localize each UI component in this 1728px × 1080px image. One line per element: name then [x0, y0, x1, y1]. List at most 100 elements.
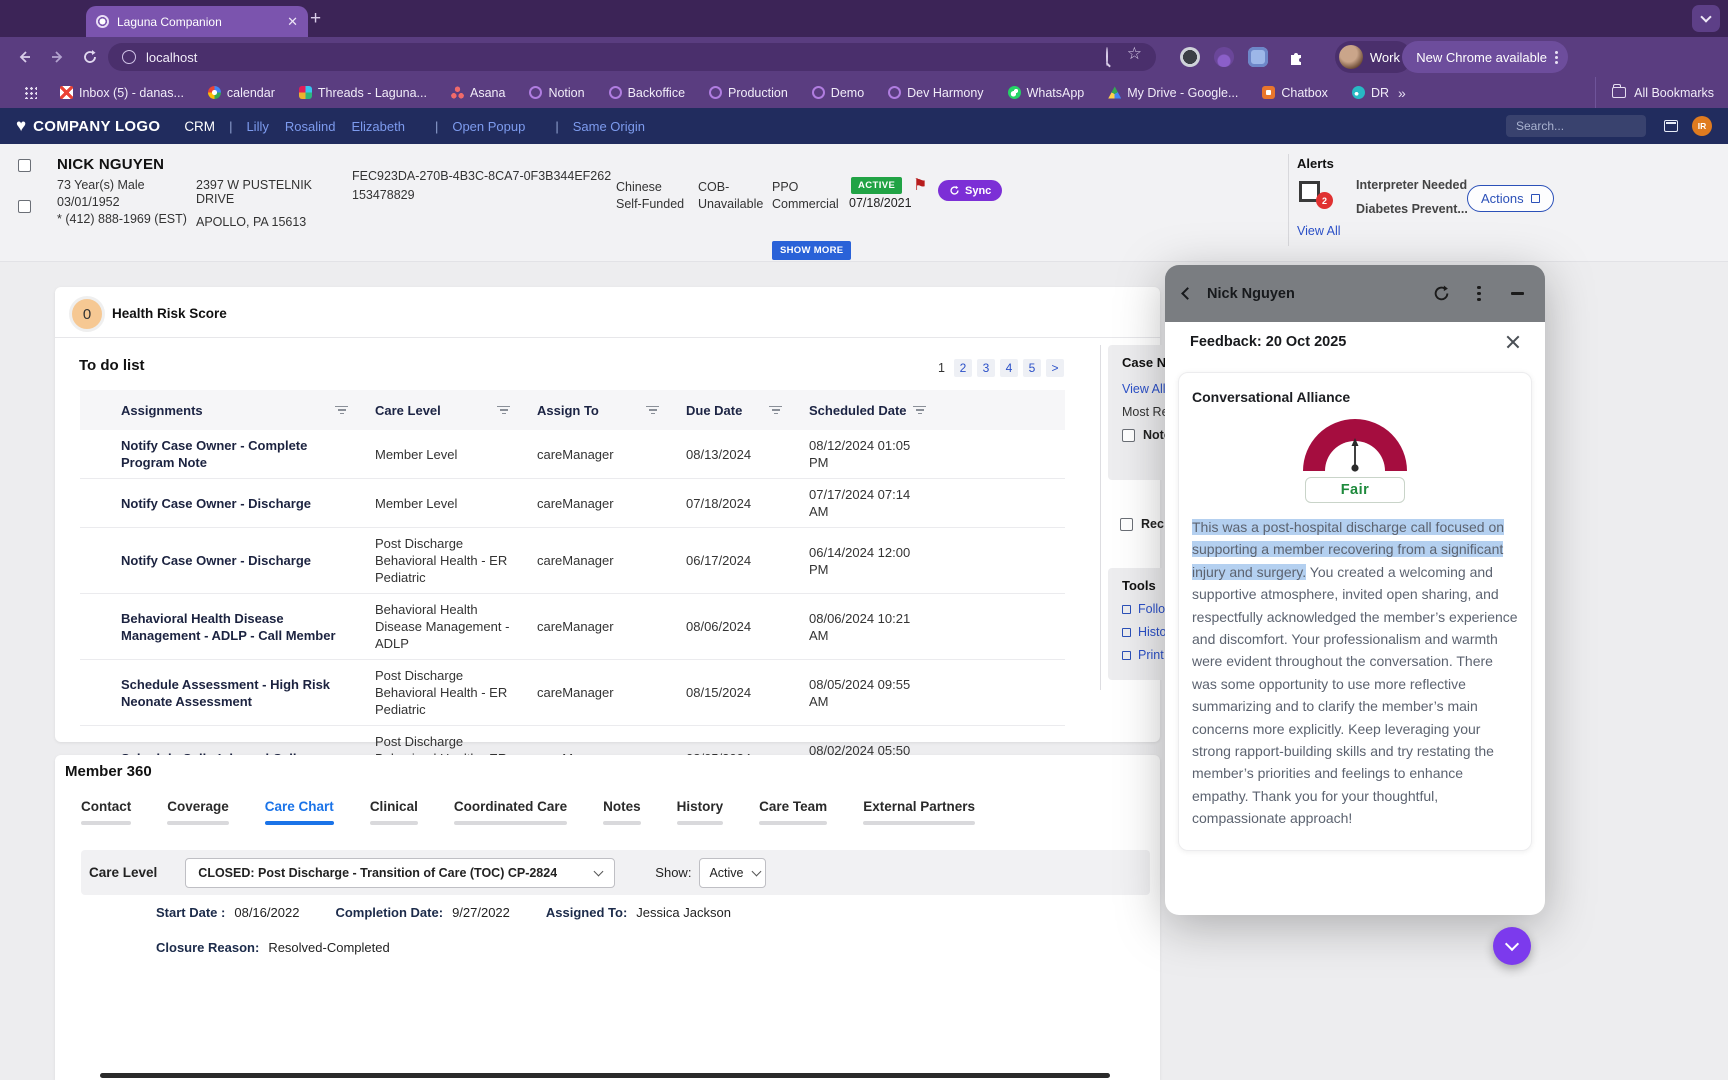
- table-row[interactable]: Notify Case Owner - Complete Program Not…: [80, 430, 1065, 479]
- browser-tab[interactable]: Laguna Companion ✕: [86, 6, 308, 37]
- apps-grid-icon[interactable]: [24, 86, 37, 99]
- bookmark-star-icon[interactable]: ☆: [1127, 44, 1142, 64]
- patient-plan-1: PPO: [772, 180, 798, 194]
- tab-close-icon[interactable]: ✕: [287, 15, 298, 28]
- chevron-down-icon: [1700, 11, 1711, 22]
- col-care-level[interactable]: Care Level: [362, 403, 524, 418]
- open-popup-link[interactable]: Open Popup: [452, 119, 525, 134]
- tab-coordinated-care[interactable]: Coordinated Care: [454, 799, 567, 825]
- bookmark-item[interactable]: Dev Harmony: [888, 86, 983, 100]
- bookmark-item[interactable]: Demo: [812, 86, 864, 100]
- window-icon[interactable]: [1664, 120, 1678, 132]
- ring-icon: [888, 86, 901, 99]
- page-button[interactable]: 5: [1023, 359, 1041, 377]
- bookmark-item[interactable]: Inbox (5) - danas...: [60, 86, 184, 100]
- bookmark-item[interactable]: Chatbox: [1262, 86, 1328, 100]
- same-origin-link[interactable]: Same Origin: [573, 119, 645, 134]
- back-icon[interactable]: [1181, 287, 1194, 300]
- extension-icon[interactable]: [1214, 47, 1234, 67]
- nav-link-rosalind[interactable]: Rosalind: [285, 119, 336, 134]
- tab-coverage[interactable]: Coverage: [167, 799, 229, 825]
- bookmark-item[interactable]: Backoffice: [609, 86, 685, 100]
- bookmark-item[interactable]: Threads - Laguna...: [299, 86, 427, 100]
- chrome-update-button[interactable]: New Chrome available: [1402, 41, 1568, 73]
- show-select[interactable]: Active: [699, 858, 766, 888]
- filter-icon[interactable]: [497, 406, 510, 415]
- page-button[interactable]: 2: [954, 359, 972, 377]
- bookmark-item[interactable]: DREMIO: [1352, 86, 1390, 100]
- tab-label: Notes: [603, 799, 641, 814]
- bookmarks-overflow-chevron[interactable]: »: [1398, 85, 1406, 101]
- table-row[interactable]: Schedule Assessment - High Risk Neonate …: [80, 660, 1065, 726]
- browser-toolbar: localhost ☆ Work New Chrome available: [0, 37, 1728, 77]
- nav-link-lilly[interactable]: Lilly: [246, 119, 268, 134]
- rec-row[interactable]: Rec: [1120, 517, 1164, 531]
- bookmark-item[interactable]: calendar: [208, 86, 275, 100]
- password-extension-icon[interactable]: [1180, 47, 1200, 67]
- tab-clinical[interactable]: Clinical: [370, 799, 418, 825]
- companion-collapse-button[interactable]: [1493, 927, 1531, 965]
- new-tab-button[interactable]: +: [310, 8, 321, 30]
- page-button[interactable]: >: [1046, 359, 1064, 377]
- todo-card: 0 Health Risk Score To do list 12345> As…: [55, 287, 1160, 742]
- checkbox[interactable]: [1120, 518, 1133, 531]
- tab-notes[interactable]: Notes: [603, 799, 641, 825]
- col-assign-to[interactable]: Assign To: [524, 403, 673, 418]
- bookmark-item[interactable]: Production: [709, 86, 788, 100]
- banner-checkbox[interactable]: [18, 200, 31, 213]
- bookmark-item[interactable]: Notion: [529, 86, 584, 100]
- search-icon[interactable]: [1106, 48, 1108, 66]
- crm-user-avatar[interactable]: IR: [1692, 116, 1712, 136]
- care-level-select[interactable]: CLOSED: Post Discharge - Transition of C…: [185, 858, 615, 888]
- bookmark-item[interactable]: Asana: [451, 86, 505, 100]
- reload-button[interactable]: [78, 45, 102, 69]
- extensions-puzzle-icon[interactable]: [1284, 45, 1308, 69]
- page-button[interactable]: 3: [977, 359, 995, 377]
- banner-checkbox[interactable]: [18, 159, 31, 172]
- companion-panel: Nick Nguyen Feedback: 20 Oct 2025 Conver…: [1165, 265, 1545, 915]
- col-scheduled-date[interactable]: Scheduled Date: [796, 403, 940, 418]
- view-all-link[interactable]: View All: [1297, 224, 1341, 238]
- filter-icon[interactable]: [913, 406, 926, 415]
- back-button[interactable]: [12, 45, 36, 69]
- table-row[interactable]: Notify Case Owner - DischargePost Discha…: [80, 528, 1065, 594]
- cell-assignment: Notify Case Owner - Discharge: [108, 488, 362, 519]
- page-button[interactable]: 4: [1000, 359, 1018, 377]
- all-bookmarks-button[interactable]: All Bookmarks: [1595, 77, 1714, 108]
- tab-label: Coordinated Care: [454, 799, 567, 814]
- kebab-menu-icon[interactable]: [1469, 284, 1489, 304]
- profile-button[interactable]: Work: [1335, 41, 1412, 73]
- tab-care-team[interactable]: Care Team: [759, 799, 827, 825]
- horizontal-scrollbar[interactable]: [100, 1073, 1110, 1078]
- table-row[interactable]: Behavioral Health Disease Management - A…: [80, 594, 1065, 660]
- bookmark-item[interactable]: WhatsApp: [1008, 86, 1085, 100]
- site-info-icon[interactable]: [122, 50, 136, 64]
- close-icon[interactable]: [1506, 335, 1520, 349]
- crm-search-input[interactable]: [1506, 115, 1646, 137]
- cell-care-level: Post Discharge Behavioral Health - ER Pe…: [362, 528, 524, 593]
- tab-external-partners[interactable]: External Partners: [863, 799, 975, 825]
- tab-contact[interactable]: Contact: [81, 799, 131, 825]
- address-bar[interactable]: localhost: [108, 43, 1156, 71]
- cell-scheduled-date: 08/06/2024 10:21 AM: [796, 603, 940, 651]
- sync-button[interactable]: Sync: [938, 180, 1002, 201]
- tab-search-button[interactable]: [1692, 5, 1720, 32]
- filter-icon[interactable]: [646, 406, 659, 415]
- refresh-icon[interactable]: [1431, 284, 1451, 304]
- browser-menu-icon[interactable]: [1555, 56, 1558, 59]
- nav-link-elizabeth[interactable]: Elizabeth: [351, 119, 404, 134]
- extension-icon[interactable]: [1248, 47, 1268, 67]
- col-assignments[interactable]: Assignments: [108, 403, 362, 418]
- bookmark-item[interactable]: My Drive - Google...: [1108, 86, 1238, 100]
- actions-button[interactable]: Actions: [1467, 185, 1554, 212]
- forward-button[interactable]: [46, 45, 70, 69]
- minimize-icon[interactable]: [1507, 284, 1527, 304]
- tab-history[interactable]: History: [677, 799, 724, 825]
- col-due-date[interactable]: Due Date: [673, 403, 796, 418]
- checkbox[interactable]: [1122, 429, 1135, 442]
- filter-icon[interactable]: [335, 406, 348, 415]
- tab-care-chart[interactable]: Care Chart: [265, 799, 334, 825]
- table-row[interactable]: Notify Case Owner - DischargeMember Leve…: [80, 479, 1065, 528]
- filter-icon[interactable]: [769, 406, 782, 415]
- show-more-button[interactable]: SHOW MORE: [772, 241, 851, 260]
